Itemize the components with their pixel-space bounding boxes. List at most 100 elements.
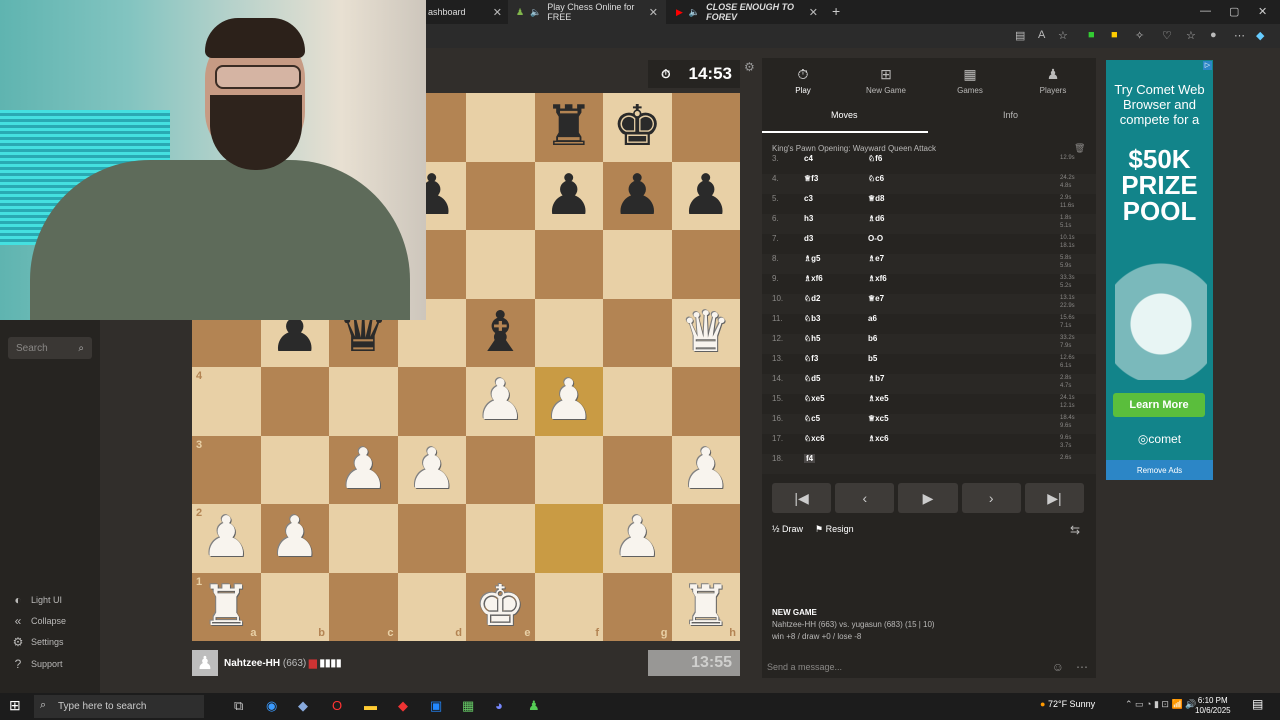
square-e2[interactable] <box>466 504 535 573</box>
black-move[interactable]: ♘f6 <box>868 154 882 163</box>
square-e3[interactable] <box>466 435 535 504</box>
close-window-button[interactable]: ✕ <box>1258 5 1267 18</box>
white-pawn-piece[interactable]: ♟ <box>612 510 662 566</box>
browser-tab-chess[interactable]: ♟ 🔈 Play Chess Online for FREE ✕ <box>508 0 666 24</box>
white-move[interactable]: ♗g5 <box>804 254 821 263</box>
square-h2[interactable] <box>671 504 740 573</box>
black-move[interactable]: ♗d6 <box>868 214 885 223</box>
new-tab-button[interactable]: + <box>832 3 840 19</box>
weather-widget[interactable]: ● 72°F Sunny <box>1040 699 1095 709</box>
copilot-icon[interactable]: ◆ <box>1256 29 1264 42</box>
white-move[interactable]: c3 <box>804 194 813 203</box>
white-move[interactable]: ♘b3 <box>804 314 821 323</box>
square-e7[interactable] <box>466 161 535 230</box>
square-a1[interactable]: 1 a ♜ <box>192 572 261 641</box>
white-move[interactable]: h3 <box>804 214 813 223</box>
square-c2[interactable] <box>329 504 398 573</box>
square-e1[interactable]: e ♚ <box>466 572 535 641</box>
square-d1[interactable]: d <box>397 572 466 641</box>
app-icon[interactable]: ◆ <box>398 698 408 714</box>
trash-icon[interactable]: 🗑 <box>1074 143 1085 154</box>
black-bishop-piece[interactable]: ♝ <box>475 304 525 361</box>
square-f5[interactable] <box>534 298 603 367</box>
white-move[interactable]: ♗xf6 <box>804 274 823 283</box>
white-pawn-piece[interactable]: ♟ <box>681 441 731 498</box>
square-h4[interactable] <box>671 367 740 436</box>
windows-start-icon[interactable]: ⊞ <box>9 697 21 714</box>
black-move[interactable]: ♘c6 <box>868 174 884 183</box>
close-tab-icon[interactable]: ✕ <box>649 6 658 19</box>
square-c1[interactable]: c <box>329 572 398 641</box>
square-a3[interactable]: 3 <box>192 435 261 504</box>
square-f4[interactable]: ♟ <box>534 367 603 436</box>
sidebar-item-support[interactable]: ? Support <box>12 657 63 671</box>
white-move[interactable]: ♘d2 <box>804 294 821 303</box>
resign-button[interactable]: ⚑ Resign <box>815 524 854 535</box>
white-move[interactable]: ♘d5 <box>804 374 821 383</box>
square-h1[interactable]: h ♜ <box>671 572 740 641</box>
black-pawn-piece[interactable]: ♟ <box>612 167 662 224</box>
black-king-piece[interactable]: ♚ <box>612 99 662 155</box>
square-f3[interactable] <box>534 435 603 504</box>
sidebar-item-light-ui[interactable]: ◐ Light UI <box>12 593 62 607</box>
black-move[interactable]: ♗b7 <box>868 374 885 383</box>
player-name[interactable]: Nahtzee-HH <box>224 658 280 669</box>
task-view-icon[interactable]: ⧉ <box>234 698 243 714</box>
square-b4[interactable] <box>260 367 329 436</box>
system-tray-icons[interactable]: ⌃ ▭ ◔ ▮ ⊡ 📶 🔊 <box>1125 699 1196 710</box>
notifications-icon[interactable]: ▤ <box>1252 697 1263 711</box>
square-c3[interactable]: ♟ <box>329 435 398 504</box>
flip-board-icon[interactable]: ⇆ <box>1070 523 1080 537</box>
white-move[interactable]: ♘xc6 <box>804 434 825 443</box>
square-d4[interactable] <box>397 367 466 436</box>
draw-button[interactable]: ½ Draw <box>772 524 803 535</box>
white-rook-piece[interactable]: ♜ <box>681 578 731 635</box>
profile-avatar[interactable]: ● <box>1210 29 1217 41</box>
previous-move-button[interactable]: ‹ <box>835 483 895 513</box>
black-move[interactable]: ♗xf6 <box>868 274 887 283</box>
player-avatar[interactable]: ♟ <box>192 650 218 676</box>
extension-icon[interactable]: ■ <box>1088 29 1095 41</box>
square-g2[interactable]: ♟ <box>603 504 672 573</box>
square-g4[interactable] <box>603 367 672 436</box>
white-pawn-piece[interactable]: ♟ <box>201 510 251 566</box>
nav-players[interactable]: ♟ Players <box>1018 66 1088 95</box>
square-h3[interactable]: ♟ <box>671 435 740 504</box>
white-move[interactable]: ♘h5 <box>804 334 821 343</box>
discord-icon[interactable]: ◕ <box>495 698 503 713</box>
white-pawn-piece[interactable]: ♟ <box>475 373 525 429</box>
extension-icon[interactable]: ■ <box>1111 29 1118 41</box>
file-explorer-icon[interactable]: ▬ <box>364 698 377 713</box>
black-move[interactable]: ♕e7 <box>868 294 884 303</box>
reading-view-icon[interactable]: ▤ <box>1015 29 1025 42</box>
square-f1[interactable]: f <box>534 572 603 641</box>
white-move[interactable]: ♘f3 <box>804 354 818 363</box>
taskbar-clock[interactable]: 6:10 PM 10/6/2025 <box>1195 696 1231 716</box>
first-move-button[interactable]: |◀ <box>772 483 832 513</box>
square-g5[interactable] <box>603 298 672 367</box>
black-move[interactable]: a6 <box>868 314 877 323</box>
square-h7[interactable]: ♟ <box>671 161 740 230</box>
white-move[interactable]: ♕f3 <box>804 174 818 183</box>
close-tab-icon[interactable]: ✕ <box>809 6 818 19</box>
square-b1[interactable]: b <box>260 572 329 641</box>
black-move[interactable]: b5 <box>868 354 877 363</box>
copilot-taskbar-icon[interactable]: ◆ <box>298 698 308 714</box>
square-e5[interactable]: ♝ <box>466 298 535 367</box>
white-pawn-piece[interactable]: ♟ <box>407 441 457 498</box>
white-move[interactable]: ♘c5 <box>804 414 820 423</box>
square-f7[interactable]: ♟ <box>534 161 603 230</box>
last-move-button[interactable]: ▶| <box>1024 483 1085 513</box>
square-e4[interactable]: ♟ <box>466 367 535 436</box>
taskbar-search-input[interactable]: Type here to search <box>34 695 204 718</box>
white-move[interactable]: f4 <box>804 454 816 463</box>
edge-icon[interactable]: ◉ <box>266 698 277 714</box>
square-b2[interactable]: ♟ <box>260 504 329 573</box>
white-pawn-piece[interactable]: ♟ <box>544 373 594 429</box>
square-a2[interactable]: 2 ♟ <box>192 504 261 573</box>
more-options-icon[interactable]: ⋯ <box>1076 660 1088 674</box>
black-move[interactable]: O-O <box>868 234 883 243</box>
chat-input[interactable]: Send a message... ☺ ⋯ <box>762 655 1096 679</box>
black-move[interactable]: ♗xc6 <box>868 434 889 443</box>
read-aloud-icon[interactable]: A <box>1038 29 1045 41</box>
